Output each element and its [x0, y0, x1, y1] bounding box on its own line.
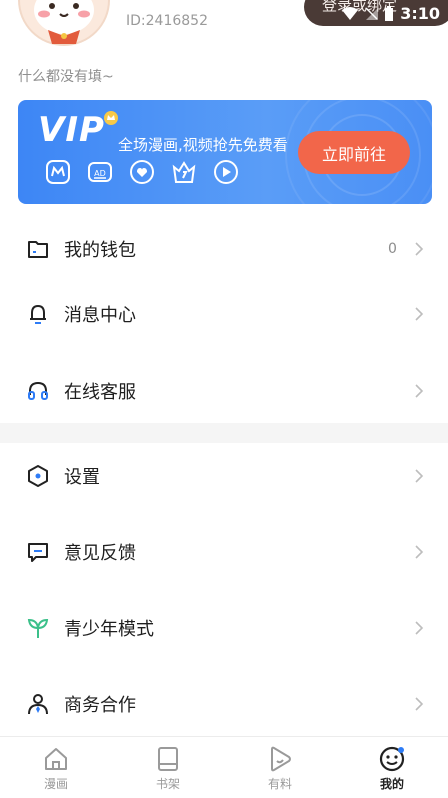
- tab-mine[interactable]: 我的: [352, 745, 432, 792]
- bell-icon: [30, 305, 46, 324]
- vip-logo: VIP: [38, 110, 105, 150]
- status-bar: 3:10: [342, 4, 440, 23]
- chevron-right-icon: [415, 545, 424, 559]
- chevron-right-icon: [415, 621, 424, 635]
- vip-perks: AD: [44, 158, 240, 186]
- vip-banner[interactable]: VIP 全场漫画,视频抢先免费看 AD 立即前往: [18, 100, 432, 204]
- menu-item-messages[interactable]: 消息中心: [0, 288, 448, 340]
- menu-item-teen-mode[interactable]: 青少年模式: [0, 602, 448, 654]
- no-sim-icon: [365, 6, 379, 20]
- wallet-balance: 0: [388, 241, 397, 257]
- menu-item-label: 意见反馈: [64, 543, 136, 564]
- chevron-right-icon: [415, 697, 424, 711]
- wifi-icon: [342, 6, 359, 20]
- vip-description: 全场漫画,视频抢先免费看: [118, 136, 288, 154]
- chevron-right-icon: [415, 469, 424, 483]
- tab-bookshelf[interactable]: 书架: [128, 745, 208, 792]
- menu-item-label: 设置: [64, 467, 100, 488]
- chevron-right-icon: [415, 307, 424, 321]
- crown-badge-icon: [104, 111, 118, 125]
- chevron-right-icon: [415, 242, 424, 256]
- feedback-icon: [28, 543, 48, 562]
- tab-label: 有料: [267, 777, 292, 791]
- battery-icon: [385, 5, 394, 21]
- home-icon: [45, 748, 67, 770]
- menu-item-label: 商务合作: [64, 695, 136, 716]
- bookshelf-icon: [158, 747, 178, 771]
- chevron-right-icon: [415, 384, 424, 398]
- play-icon: [214, 160, 238, 184]
- ad-free-icon: AD: [88, 162, 112, 182]
- avatar[interactable]: [18, 0, 110, 46]
- business-person-icon: [28, 694, 48, 715]
- menu-item-wallet[interactable]: 我的钱包 0: [0, 223, 448, 275]
- comic-icon: [46, 160, 70, 184]
- menu-item-business[interactable]: 商务合作: [0, 678, 448, 730]
- crown-icon: [172, 161, 196, 183]
- smile-face-icon: [379, 746, 405, 772]
- menu-item-customer-service[interactable]: 在线客服: [0, 365, 448, 417]
- menu-item-label: 在线客服: [64, 382, 136, 403]
- menu-item-label: 消息中心: [64, 305, 136, 326]
- section-divider: [0, 423, 448, 443]
- svg-text:AD: AD: [94, 169, 106, 178]
- menu-item-label: 青少年模式: [64, 619, 154, 640]
- sprout-icon: [27, 618, 49, 638]
- tab-label: 书架: [155, 777, 180, 791]
- settings-hexagon-icon: [28, 465, 48, 487]
- menu-item-label: 我的钱包: [64, 240, 136, 261]
- user-id: ID:2416852: [126, 13, 208, 29]
- user-bio: 什么都没有填~: [18, 69, 114, 85]
- menu-item-settings[interactable]: 设置: [0, 450, 448, 502]
- tab-label: 漫画: [43, 777, 68, 791]
- headset-icon: [28, 381, 48, 400]
- tab-discover[interactable]: 有料: [240, 745, 320, 792]
- tab-label: 我的: [379, 777, 404, 791]
- menu-item-feedback[interactable]: 意见反馈: [0, 526, 448, 578]
- play-bubble-icon: [271, 746, 291, 772]
- vip-go-button[interactable]: 立即前往: [298, 131, 410, 174]
- status-time: 3:10: [400, 4, 440, 23]
- bottom-tab-bar: 漫画 书架 有料 我的: [0, 736, 448, 798]
- wallet-icon: [28, 241, 48, 258]
- heart-icon: [130, 160, 154, 184]
- tab-comics[interactable]: 漫画: [16, 745, 96, 792]
